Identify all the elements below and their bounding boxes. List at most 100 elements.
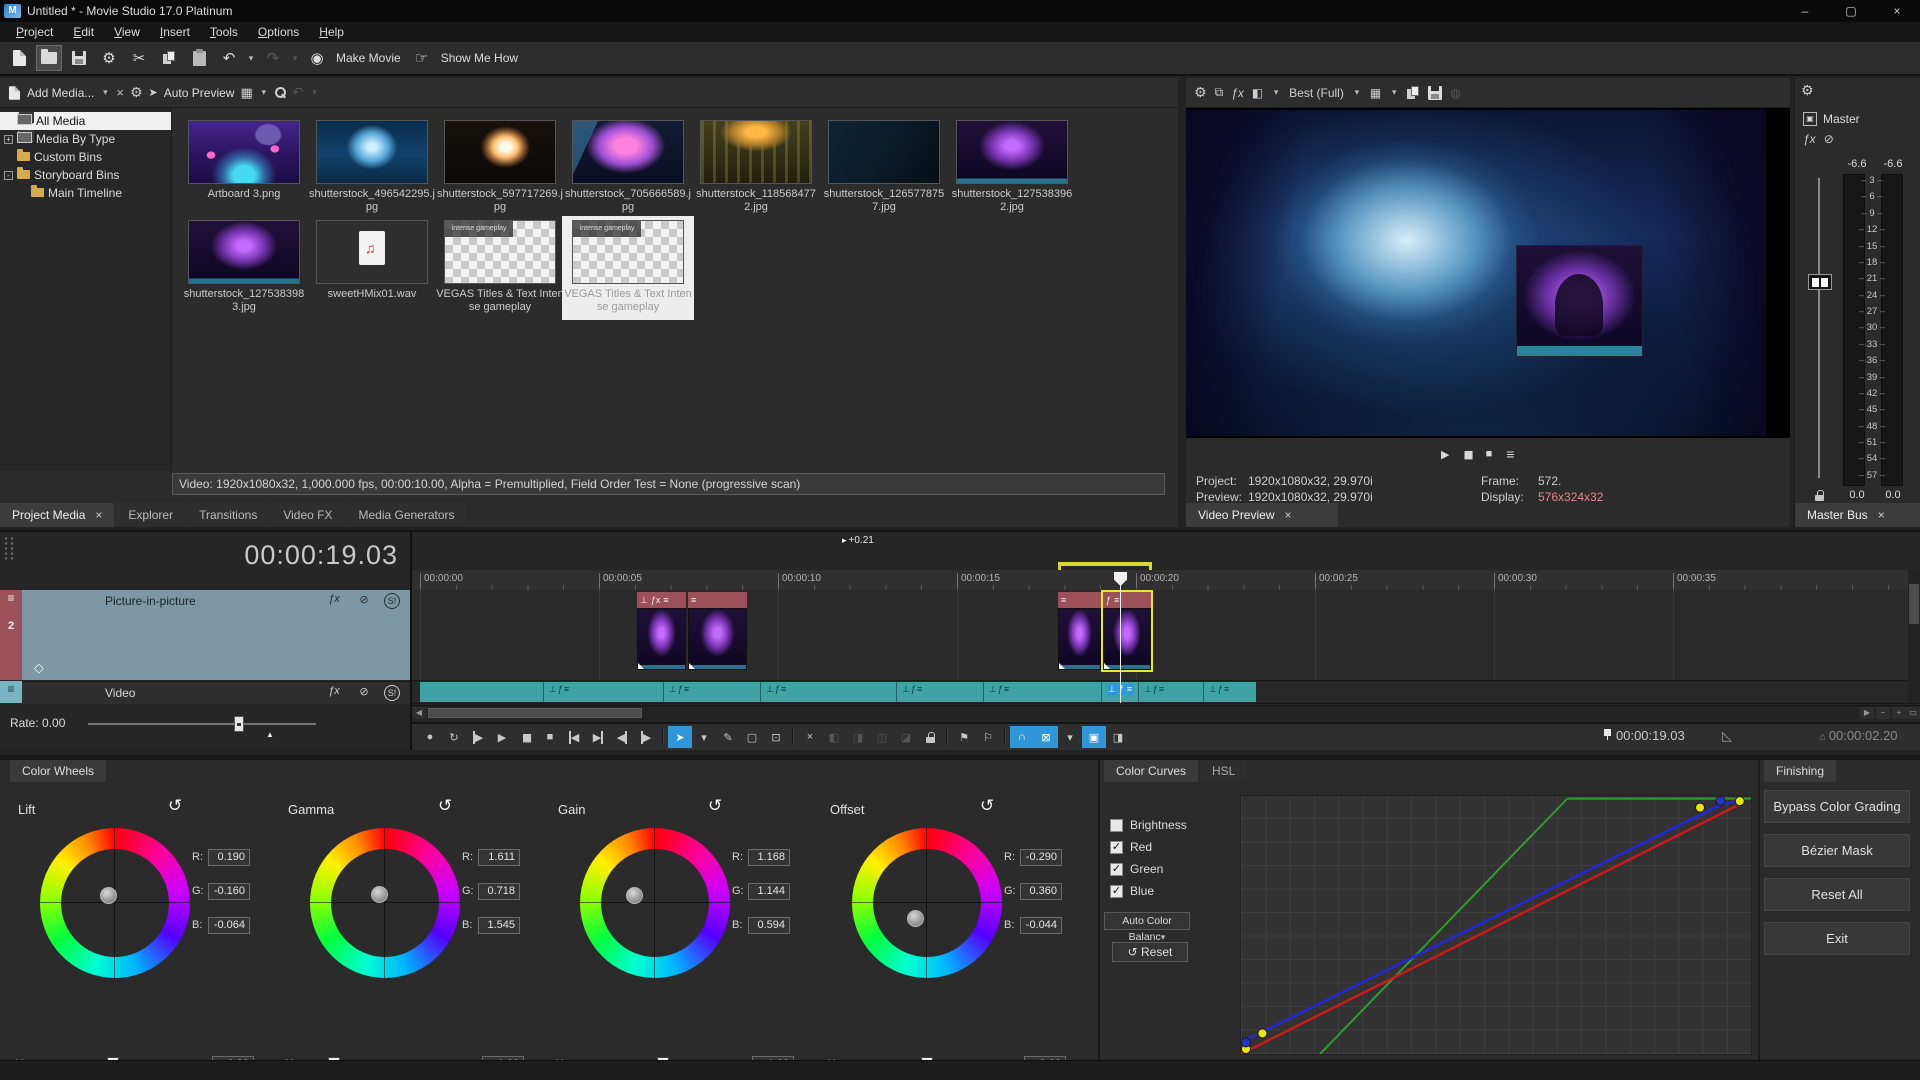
timeline-marker[interactable]: +0.21 xyxy=(842,535,874,546)
checkbox-checked-icon[interactable]: ✓ xyxy=(1110,885,1123,898)
media-item[interactable]: intense gameplayVEGAS Titles & Text Inte… xyxy=(564,220,692,320)
edit-details-button[interactable]: ◨ xyxy=(1106,726,1130,748)
split-screen-dropdown[interactable]: ▾ xyxy=(1271,87,1281,98)
event-mini-icon[interactable]: ƒ xyxy=(1118,684,1125,695)
preview-quality-dropdown[interactable]: ▾ xyxy=(1352,87,1362,98)
track-2-header[interactable]: Video ƒx ⊘ S! xyxy=(22,681,410,704)
bézier-mask-button[interactable]: Bézier Mask xyxy=(1764,834,1910,867)
media-undo-icon[interactable]: ↶ xyxy=(292,84,304,101)
track-1-name[interactable]: Picture-in-picture xyxy=(105,594,196,608)
overlays-grid-icon[interactable]: ▦ xyxy=(1370,86,1381,100)
wheel-reset-icon[interactable]: ↺ xyxy=(980,796,994,816)
track-1-header[interactable]: Picture-in-picture ƒx ⊘ S! ◇ xyxy=(22,590,410,680)
project-properties-button[interactable]: ⚙ xyxy=(96,45,122,71)
color-wheel-ring[interactable] xyxy=(310,828,460,978)
track-1-solo-icon[interactable]: S! xyxy=(380,593,404,609)
preview-gear-icon[interactable]: ⚙ xyxy=(1194,84,1207,101)
event-menu-icon[interactable]: ≡ xyxy=(691,595,696,605)
redo-dropdown[interactable]: ▾ xyxy=(290,53,300,64)
video-event[interactable]: ≡ xyxy=(1058,592,1101,670)
auto-ripple-button[interactable]: ⊠ xyxy=(1034,726,1058,748)
preview-stop-button[interactable]: ■ xyxy=(1486,448,1493,460)
loop-playback-button[interactable]: ↻ xyxy=(442,726,466,748)
track-1-fx-icon[interactable]: ƒx xyxy=(322,593,346,605)
bin-media-by-type[interactable]: +Media By Type xyxy=(0,130,171,148)
master-mute-icon[interactable]: ⊘ xyxy=(1824,132,1834,146)
tab-master-bus[interactable]: Master Bus × xyxy=(1795,503,1920,527)
menu-edit[interactable]: Edit xyxy=(63,22,104,42)
preview-menu-button[interactable]: ≡ xyxy=(1506,446,1514,462)
wheel-puck[interactable] xyxy=(907,910,924,927)
curve-control-point[interactable] xyxy=(1242,1038,1251,1047)
curve-control-point[interactable] xyxy=(1716,797,1725,806)
record-button[interactable]: ● xyxy=(418,726,442,748)
video-event[interactable]: ⊥ƒx≡ xyxy=(637,592,686,670)
event-mini-icon[interactable]: ≡ xyxy=(1004,684,1009,695)
g-value-field[interactable]: -0.160 xyxy=(208,883,250,900)
media-item[interactable]: sweetHMix01.wav xyxy=(308,220,436,320)
color-wheel-ring[interactable] xyxy=(40,828,190,978)
wheel-reset-icon[interactable]: ↺ xyxy=(168,796,182,816)
event-mini-icon[interactable]: ⊥ xyxy=(1209,684,1217,695)
rate-slider-handle[interactable] xyxy=(234,716,244,732)
horizontal-scrollbar[interactable]: ◀ ▶ − + ▭ xyxy=(412,705,1920,720)
wheel-puck[interactable] xyxy=(100,887,117,904)
stop-button[interactable]: ■ xyxy=(538,726,562,748)
event-menu-icon[interactable]: ≡ xyxy=(1061,595,1066,605)
slip-event-button[interactable]: ◪ xyxy=(894,726,918,748)
open-project-button[interactable] xyxy=(36,45,62,71)
media-pointer-icon[interactable]: ➤ xyxy=(149,86,158,99)
checkbox-checked-icon[interactable]: ✓ xyxy=(1110,841,1123,854)
g-value-field[interactable]: 0.360 xyxy=(1020,883,1062,900)
close-button[interactable]: × xyxy=(1874,0,1920,22)
time-display-dropdown[interactable]: ◺ xyxy=(1722,728,1732,744)
track-1-lane[interactable]: ⊥ƒx≡≡≡ƒ≡ xyxy=(412,590,1920,681)
expand-icon[interactable]: + xyxy=(4,135,13,144)
show-me-how-label[interactable]: Show Me How xyxy=(441,51,518,65)
tab-video-preview[interactable]: Video Preview × xyxy=(1186,503,1338,527)
event-mini-icon[interactable]: ƒ xyxy=(911,684,916,695)
overlays-dropdown[interactable]: ▾ xyxy=(1389,87,1399,98)
event-icons[interactable]: ⊥ƒ≡ xyxy=(1209,684,1229,695)
tab-hsl[interactable]: HSL xyxy=(1200,760,1247,782)
channel-brightness[interactable]: Brightness xyxy=(1110,818,1187,832)
track-2-menu-icon[interactable]: ≡ xyxy=(0,681,22,697)
track-2-fx-icon[interactable]: ƒx xyxy=(322,685,346,697)
split-event-button[interactable]: ◫ xyxy=(870,726,894,748)
event-mini-icon[interactable]: ⊥ xyxy=(902,684,910,695)
wheel-reset-icon[interactable]: ↺ xyxy=(708,796,722,816)
curve-control-point[interactable] xyxy=(1735,797,1744,806)
event-mini-icon[interactable]: ⊥ xyxy=(766,684,774,695)
lock-event-button[interactable] xyxy=(918,726,942,748)
media-item[interactable]: Artboard 3.png xyxy=(180,120,308,220)
minimize-button[interactable]: – xyxy=(1782,0,1828,22)
previous-frame-button[interactable]: ◀ xyxy=(610,726,634,748)
views-grid-icon[interactable]: ▦ xyxy=(240,85,252,101)
remove-media-button[interactable]: × xyxy=(116,85,124,100)
event-fx-icon[interactable]: ⊥ xyxy=(640,595,648,606)
scroll-right-button[interactable]: ▶ xyxy=(1860,707,1874,719)
channel-green[interactable]: ✓Green xyxy=(1110,862,1163,876)
show-me-how-button[interactable]: ☞ xyxy=(409,45,435,71)
media-item[interactable]: shutterstock_597717269.jpg xyxy=(436,120,564,220)
media-item[interactable]: intense gameplayVEGAS Titles & Text Inte… xyxy=(436,220,564,320)
video-track-events[interactable]: ⊥ƒ≡⊥ƒ≡⊥ƒ≡⊥ƒ≡⊥ƒ≡⊥ƒ≡⊥ƒ≡⊥ƒ≡ xyxy=(420,682,1256,702)
cursor-time-display[interactable]: 00:00:19.03 xyxy=(1604,728,1685,743)
selection-edit-tool-button[interactable]: ▢ xyxy=(740,726,764,748)
track-2-color-strip[interactable]: ≡ xyxy=(0,681,22,703)
color-wheel-ring[interactable] xyxy=(580,828,730,978)
envelope-edit-tool-button[interactable]: ✎ xyxy=(716,726,740,748)
curves-reset-button[interactable]: ↺ Reset xyxy=(1112,942,1188,962)
tab-color-curves[interactable]: Color Curves xyxy=(1104,760,1198,782)
event-icons[interactable]: ⊥ƒ≡ xyxy=(902,684,922,695)
wheel-puck[interactable] xyxy=(371,886,388,903)
event-mini-icon[interactable]: ƒ xyxy=(558,684,563,695)
auto-color-balance-button[interactable]: Auto Color Balanc▾ xyxy=(1104,912,1190,930)
bin-custom-bins[interactable]: Custom Bins xyxy=(0,148,171,166)
edit-tool-dropdown-button[interactable]: ▾ xyxy=(692,726,716,748)
trim-event-start-button[interactable]: ◧ xyxy=(822,726,846,748)
copy-snapshot-icon[interactable] xyxy=(1407,86,1420,100)
timeline-timecode-display[interactable]: 00:00:19.03 xyxy=(0,540,398,571)
event-mini-icon[interactable]: ⊥ xyxy=(549,684,557,695)
paste-button[interactable] xyxy=(186,45,212,71)
